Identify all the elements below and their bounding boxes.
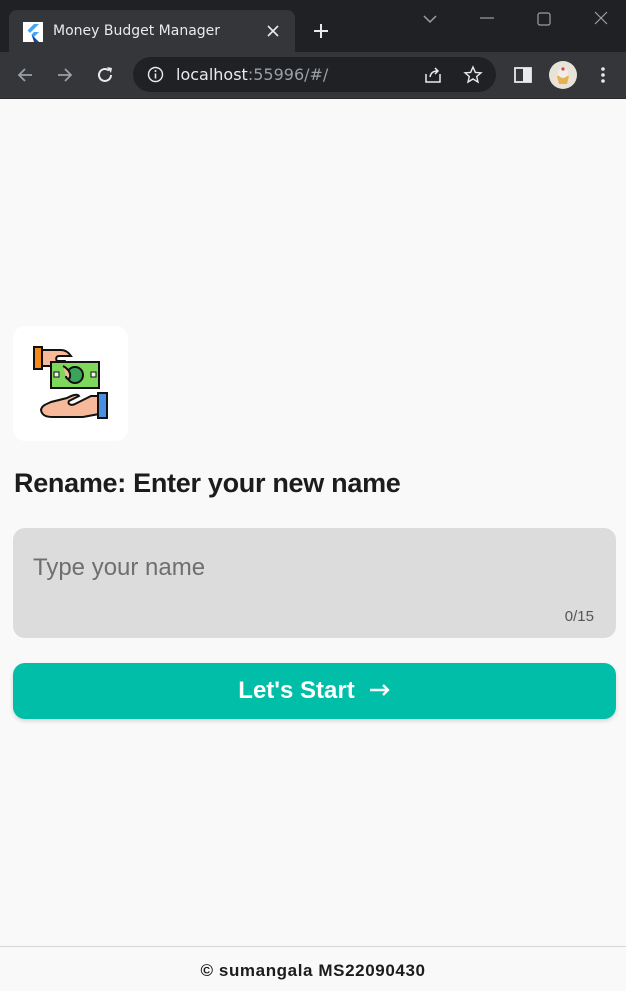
address-bar[interactable]: localhost:55996/#/ [133, 57, 496, 92]
bookmark-star-icon[interactable] [463, 65, 483, 85]
side-panel-icon[interactable] [512, 64, 534, 86]
minimize-icon[interactable] [476, 10, 498, 28]
menu-icon[interactable] [592, 64, 614, 86]
info-icon[interactable] [147, 66, 164, 83]
profile-avatar[interactable] [549, 61, 577, 89]
share-icon[interactable] [423, 65, 443, 85]
close-window-icon[interactable] [590, 10, 612, 28]
name-input[interactable] [33, 550, 593, 586]
url-text: localhost:55996/#/ [176, 65, 329, 84]
maximize-icon[interactable] [533, 10, 555, 28]
browser-tab[interactable]: Money Budget Manager [9, 10, 295, 52]
arrow-right-icon [369, 683, 390, 696]
browser-tab-bar: Money Budget Manager [0, 0, 626, 52]
lets-start-label: Let's Start [238, 677, 355, 704]
rename-heading: Rename: Enter your new name [14, 468, 401, 498]
character-counter: 0/15 [564, 608, 594, 625]
browser-toolbar: localhost:55996/#/ [0, 52, 626, 99]
app-logo [13, 326, 128, 441]
footer-credit: © sumangala MS22090430 [200, 961, 426, 980]
flutter-favicon-icon [23, 22, 43, 42]
tab-close-icon[interactable] [263, 21, 283, 41]
name-field[interactable]: 0/15 [13, 528, 616, 638]
new-tab-icon[interactable] [310, 20, 332, 42]
tab-search-icon[interactable] [419, 10, 441, 28]
back-icon[interactable] [14, 64, 36, 86]
forward-icon[interactable] [54, 64, 76, 86]
reload-icon[interactable] [94, 64, 116, 86]
lets-start-button[interactable]: Let's Start [13, 663, 616, 719]
footer: © sumangala MS22090430 [0, 946, 626, 991]
money-exchange-icon [33, 346, 108, 419]
tab-title: Money Budget Manager [53, 23, 221, 39]
